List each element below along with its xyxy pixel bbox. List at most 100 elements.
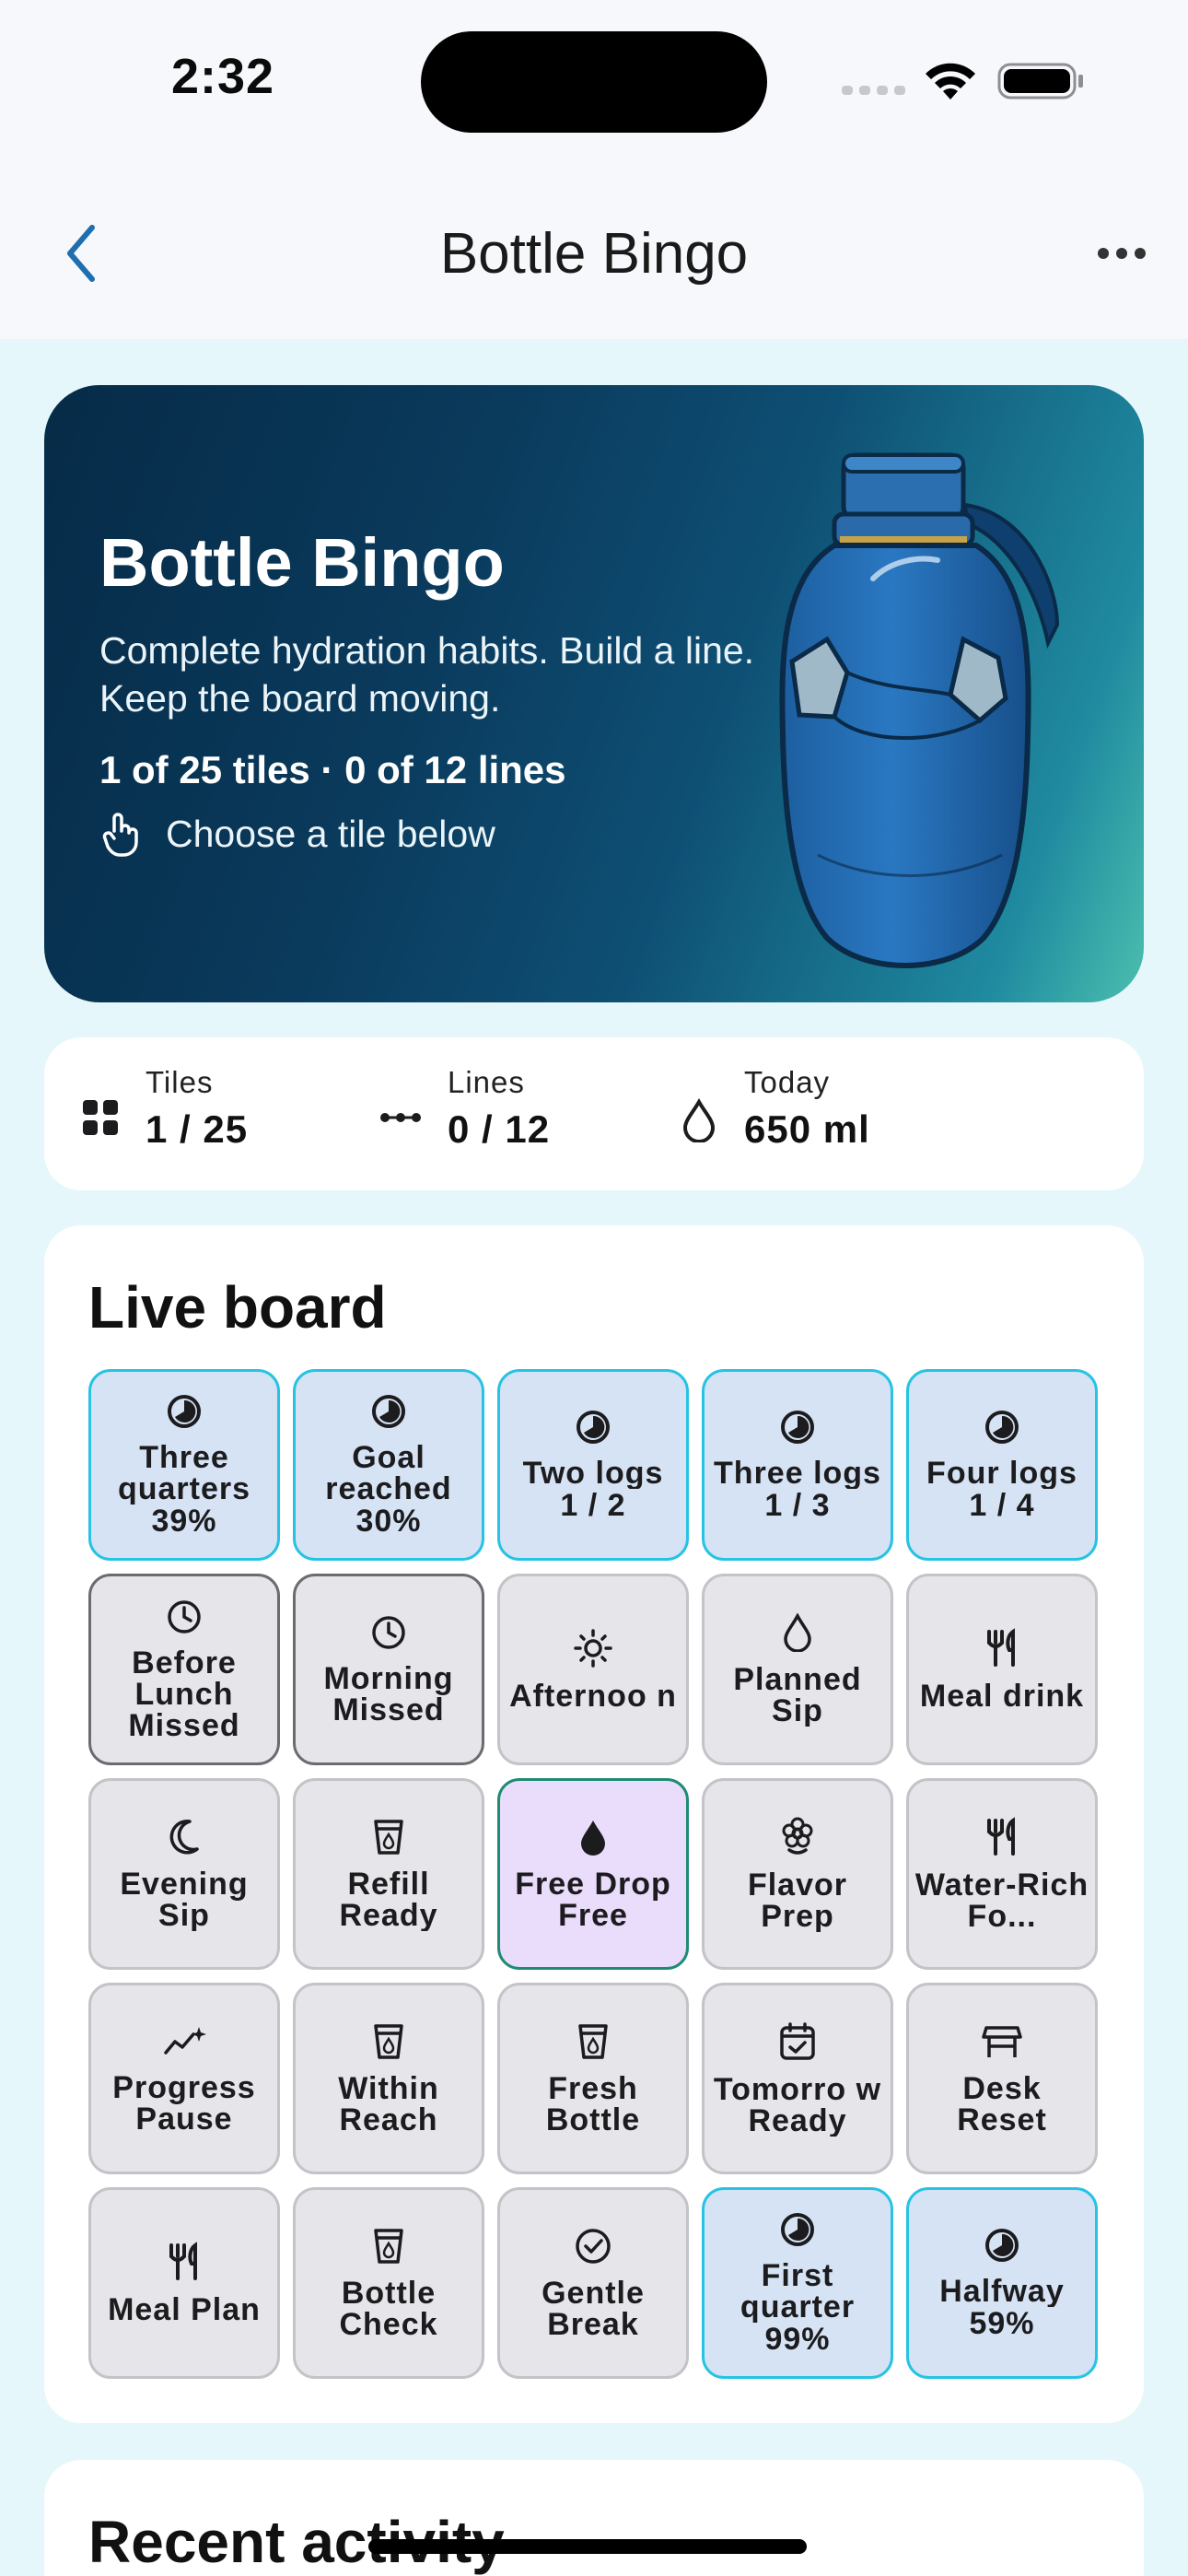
page-title: Bottle Bingo	[439, 222, 749, 286]
cellular-signal-icon	[842, 86, 905, 95]
status-time: 2:32	[171, 49, 275, 104]
bingo-tile[interactable]: Meal drink	[906, 1574, 1098, 1765]
clock-icon	[166, 1598, 203, 1640]
tile-label: Morning Missed	[323, 1662, 454, 1726]
stat-label: Tiles	[146, 1065, 214, 1099]
bingo-tile[interactable]: Gentle Break	[497, 2187, 689, 2379]
home-indicator	[368, 2539, 807, 2554]
hero-subtitle: Complete hydration habits. Build a line.…	[99, 629, 755, 720]
bingo-tile[interactable]: Flavor Prep	[702, 1778, 893, 1970]
bingo-tile[interactable]: Halfway 59%	[906, 2187, 1098, 2379]
tile-label: Three quarters	[117, 1441, 251, 1505]
tile-label: Four logs	[926, 1457, 1077, 1489]
progress-icon	[166, 1393, 203, 1434]
bingo-tile[interactable]: Progress Pause	[88, 1983, 280, 2174]
bingo-grid: Three quarters 39% Goal reached 30% Two logs…	[88, 1369, 1101, 2386]
tile-progress-value: 1 / 4	[969, 1487, 1035, 1523]
stat-today: Today 650 ml	[680, 1065, 870, 1152]
progress-icon	[984, 2227, 1020, 2268]
stat-label: Today	[744, 1065, 831, 1099]
bingo-tile[interactable]: Before Lunch Missed	[88, 1574, 280, 1765]
tile-label: Tomorro w Ready	[713, 2073, 882, 2137]
moon-icon	[166, 1818, 203, 1861]
stat-lines: Lines 0 / 12	[379, 1065, 550, 1152]
progress-icon	[779, 1409, 816, 1450]
stat-value: 1 / 25	[146, 1107, 249, 1151]
progress-icon	[984, 1409, 1020, 1450]
water-bottle-illustration	[779, 452, 1060, 968]
tile-label: Three logs	[714, 1457, 881, 1489]
sparkle-chart-icon	[162, 2023, 206, 2065]
navigation-bar: Bottle Bingo	[0, 184, 1188, 322]
bingo-tile[interactable]: Goal reached 30%	[293, 1369, 484, 1561]
bingo-tile[interactable]: Desk Reset	[906, 1983, 1098, 2174]
bingo-tile[interactable]: Two logs 1 / 2	[497, 1369, 689, 1561]
bingo-tile[interactable]: Refill Ready	[293, 1778, 484, 1970]
ellipsis-icon	[1098, 248, 1146, 259]
tile-progress-value: 30%	[355, 1503, 422, 1539]
tile-label: First quarter	[740, 2259, 856, 2323]
progress-icon	[575, 1409, 611, 1450]
sun-icon	[573, 1628, 613, 1673]
cup-icon	[371, 1818, 406, 1861]
bingo-tile[interactable]: Three logs 1 / 3	[702, 1369, 893, 1561]
bingo-tile[interactable]: Free Drop Free	[497, 1778, 689, 1970]
bingo-tile[interactable]: Fresh Bottle	[497, 1983, 689, 2174]
tile-label: Before Lunch Missed	[128, 1646, 240, 1741]
progress-icon	[370, 1393, 407, 1434]
bingo-tile[interactable]: Bottle Check	[293, 2187, 484, 2379]
tile-label: Evening Sip	[120, 1868, 249, 1931]
stat-value: 0 / 12	[448, 1107, 551, 1151]
tile-progress-value: 39%	[151, 1503, 217, 1539]
check-circle-icon	[574, 2227, 612, 2270]
tile-label: Meal Plan	[108, 2293, 261, 2325]
dynamic-island	[421, 31, 767, 133]
tile-label: Halfway	[939, 2275, 1065, 2307]
tile-label: Free Drop Free	[515, 1868, 671, 1931]
tile-label: Refill Ready	[339, 1868, 438, 1931]
bingo-tile[interactable]: Tomorro w Ready	[702, 1983, 893, 2174]
hero-banner: Bottle Bingo Complete hydration habits. …	[44, 385, 1144, 1002]
tap-hand-icon	[102, 813, 138, 857]
tile-progress-value: 1 / 2	[560, 1487, 626, 1523]
tile-label: Progress Pause	[112, 2071, 256, 2135]
hero-hint: Choose a tile below	[99, 811, 495, 857]
tile-label: Water-Rich Fo...	[914, 1868, 1089, 1932]
more-options-button[interactable]	[1092, 235, 1151, 272]
tile-progress-value: 59%	[969, 2305, 1035, 2341]
tile-progress-value: 99%	[764, 2321, 831, 2357]
bingo-tile[interactable]: Afternoo n	[497, 1574, 689, 1765]
bingo-tile[interactable]: Within Reach	[293, 1983, 484, 2174]
tile-label: Afternoo n	[509, 1680, 677, 1712]
hero-hint-text: Choose a tile below	[166, 812, 495, 855]
bingo-tile[interactable]: Water-Rich Fo...	[906, 1778, 1098, 1970]
grid-icon	[83, 1100, 118, 1135]
clock-icon	[370, 1614, 407, 1656]
tile-label: Gentle Break	[542, 2277, 645, 2340]
bingo-tile[interactable]: Meal Plan	[88, 2187, 280, 2379]
bingo-tile[interactable]: Planned Sip	[702, 1574, 893, 1765]
bingo-tile[interactable]: Evening Sip	[88, 1778, 280, 1970]
stat-label: Lines	[448, 1065, 525, 1099]
tile-progress-value: 1 / 3	[764, 1487, 831, 1523]
cup-icon	[576, 2022, 611, 2066]
tile-label: Meal drink	[919, 1680, 1085, 1712]
bingo-tile[interactable]: First quarter 99%	[702, 2187, 893, 2379]
tile-label: Two logs	[522, 1457, 664, 1489]
stats-card: Tiles 1 / 25 Lines 0 / 12 Today 650 ml	[44, 1037, 1144, 1190]
bingo-tile[interactable]: Morning Missed	[293, 1574, 484, 1765]
calendar-check-icon	[778, 2021, 817, 2067]
utensils-icon	[164, 2241, 204, 2287]
wifi-icon	[926, 63, 975, 100]
drop-outline-icon	[781, 1611, 814, 1657]
tile-label: Bottle Check	[339, 2277, 438, 2340]
bingo-tile[interactable]: Three quarters 39%	[88, 1369, 280, 1561]
tile-label: Goal reached	[325, 1441, 452, 1505]
stat-tiles: Tiles 1 / 25	[81, 1065, 248, 1152]
recent-activity-card: Recent activity	[44, 2460, 1144, 2576]
bingo-tile[interactable]: Four logs 1 / 4	[906, 1369, 1098, 1561]
board-title: Live board	[88, 1274, 387, 1341]
cup-icon	[371, 2022, 406, 2066]
desk-icon	[981, 2022, 1023, 2066]
tile-label: Fresh Bottle	[545, 2072, 641, 2136]
